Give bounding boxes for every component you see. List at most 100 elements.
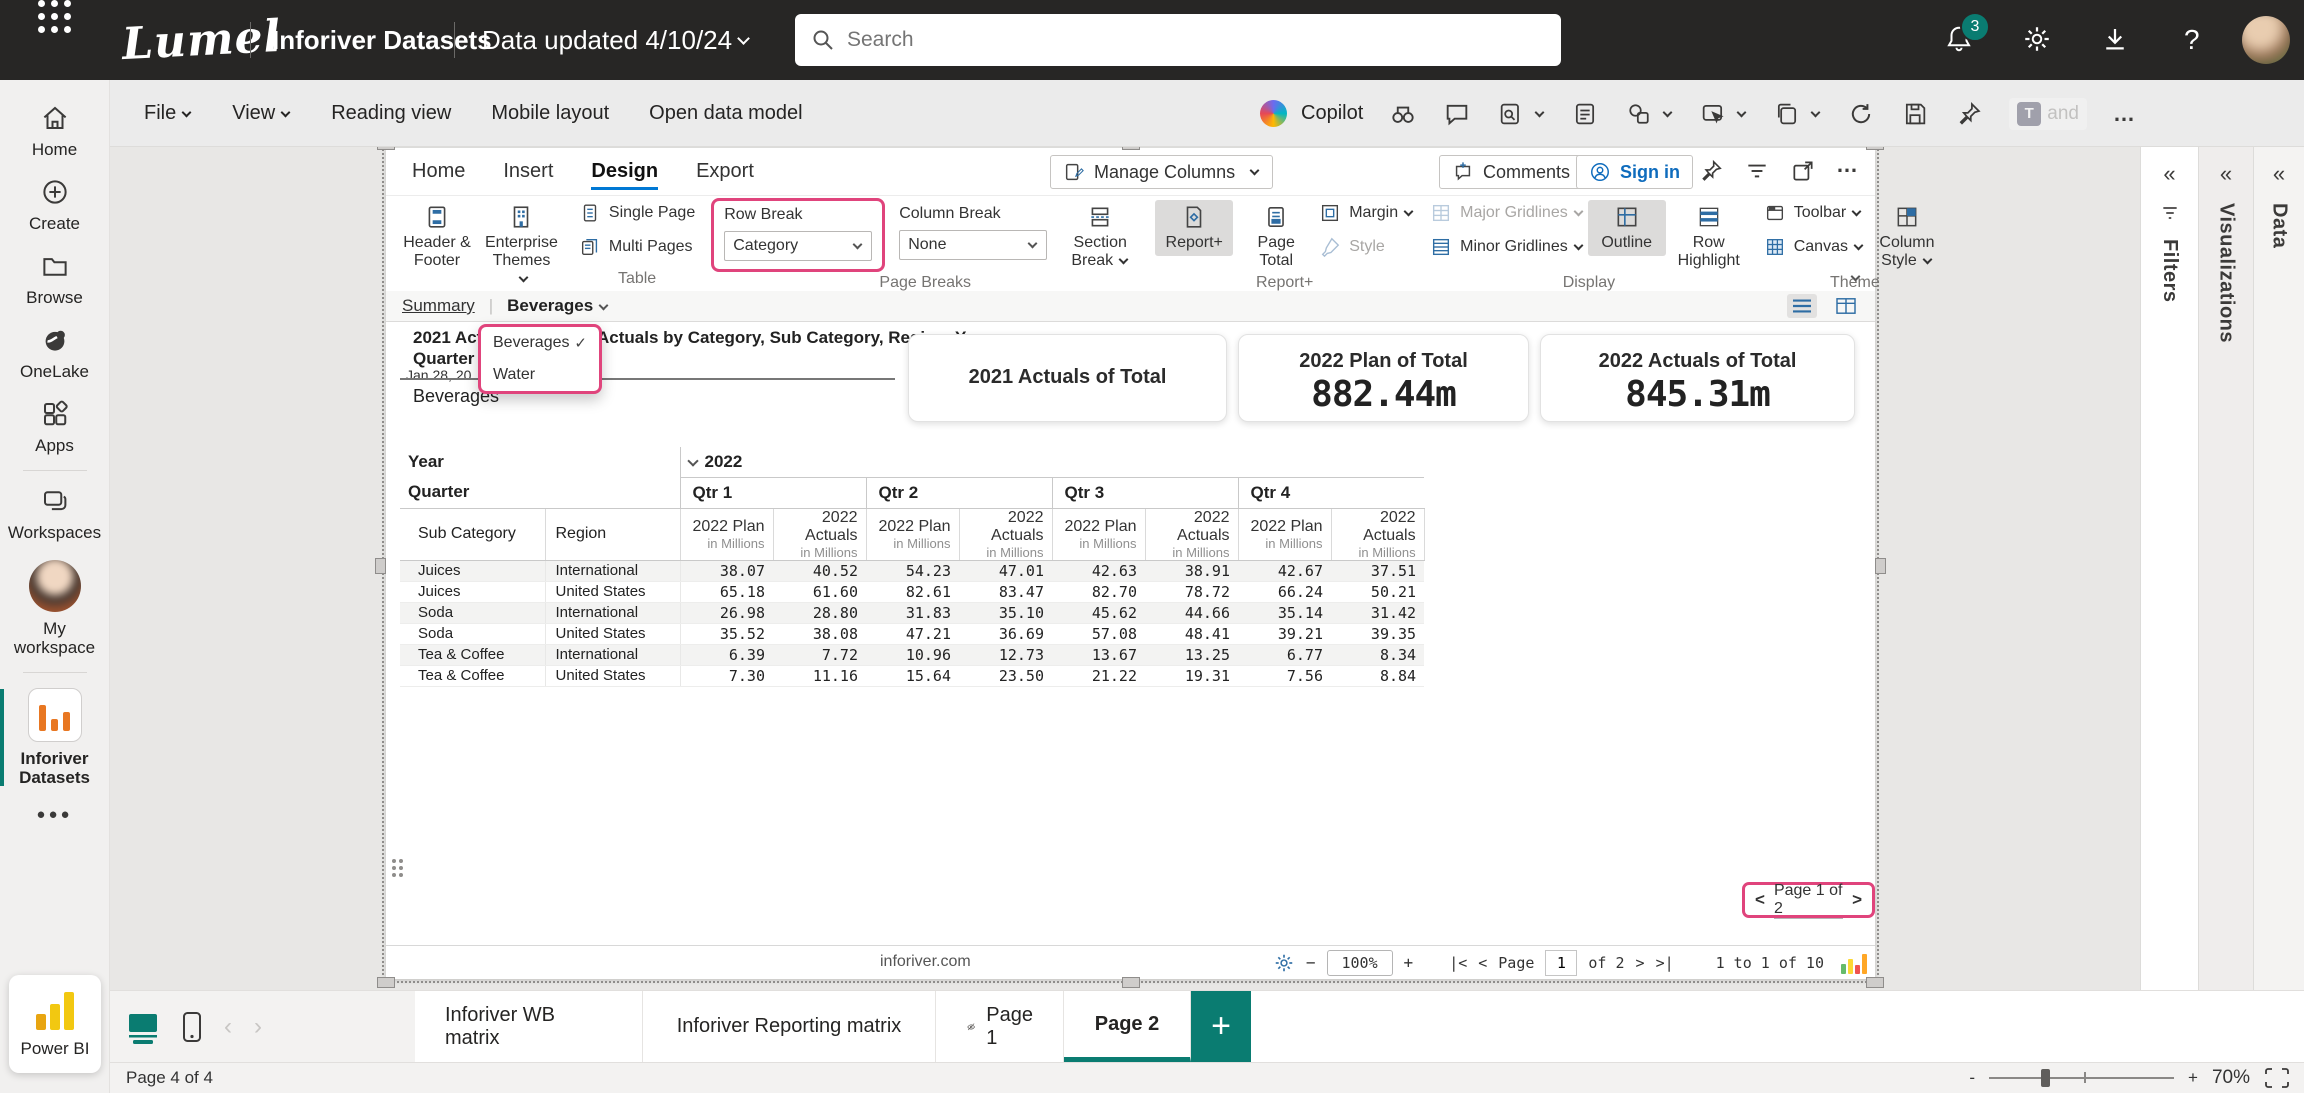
quarter-header-cell[interactable]: Qtr 4 (1238, 477, 1424, 508)
menu-file[interactable]: File (144, 102, 192, 125)
mobile-view-button[interactable] (182, 1011, 202, 1043)
waffle-menu-icon[interactable] (38, 0, 71, 33)
data-pane-title[interactable]: Data (2268, 203, 2291, 248)
sidebar-item-workspaces[interactable]: Workspaces (0, 477, 110, 551)
tab-design[interactable]: Design (591, 160, 658, 190)
search-input[interactable] (847, 28, 1545, 52)
collapse-year-icon[interactable] (687, 455, 698, 466)
select-menu[interactable] (1699, 100, 1747, 128)
multi-pages-button[interactable]: Multi Pages (579, 236, 695, 258)
focus-mode-icon[interactable] (1790, 158, 1816, 184)
pin-icon[interactable] (1955, 100, 1983, 128)
measure-header-cell[interactable]: 2022 Actualsin Millions (959, 508, 1052, 560)
quarter-header-cell[interactable]: Qtr 2 (866, 477, 1052, 508)
toolbar-button[interactable]: Toolbar (1764, 202, 1864, 224)
table-row[interactable]: JuicesInternational38.0740.5254.2347.014… (400, 560, 1424, 581)
page-total-button[interactable]: Page Total (1237, 200, 1315, 274)
power-bi-app-card[interactable]: Power BI (9, 975, 101, 1073)
sidebar-more-button[interactable]: ●●● (36, 796, 72, 833)
pager-prev-icon[interactable]: < (1755, 890, 1765, 910)
data-updated-menu[interactable]: Data updated 4/10/24 (482, 0, 750, 80)
sidebar-item-my-workspace[interactable]: My workspace (0, 551, 110, 666)
page-tab-page-2[interactable]: Page 2 (1064, 991, 1191, 1062)
last-page-icon[interactable]: >| (1656, 954, 1674, 972)
pin-visual-icon[interactable] (1698, 158, 1724, 184)
visual-more-options[interactable]: … (1836, 152, 1858, 178)
pager-next-icon[interactable]: > (1852, 890, 1862, 910)
region-header[interactable]: Region (545, 508, 680, 560)
explore-icon[interactable] (1389, 100, 1417, 128)
column-break-select[interactable]: None (899, 230, 1047, 260)
page-tab-inforiver-wb-matrix[interactable]: Inforiver WB matrix (415, 991, 643, 1062)
fit-to-page-icon[interactable] (2264, 1067, 2290, 1089)
kpi-card-2021-actuals[interactable]: 2021 Actuals of Total (908, 334, 1227, 422)
notes-icon[interactable] (1571, 100, 1599, 128)
table-row[interactable]: SodaUnited States35.5238.0847.2136.6957.… (400, 623, 1424, 644)
visual-page-navigator[interactable]: < Page 1 of 2 > (1742, 882, 1875, 918)
zoom-in-button[interactable]: + (1404, 953, 1414, 972)
notifications-button[interactable]: 3 (1944, 24, 1974, 54)
drag-grip-icon[interactable] (392, 859, 403, 877)
sidebar-item-apps[interactable]: Apps (0, 390, 110, 464)
scroll-tabs-right-icon[interactable]: › (254, 1013, 262, 1041)
measure-header-cell[interactable]: 2022 Planin Millions (680, 508, 773, 560)
year-value-cell[interactable]: 2022 (680, 447, 1424, 477)
shapes-menu[interactable] (1625, 100, 1673, 128)
tab-insert[interactable]: Insert (503, 160, 553, 183)
sidebar-item-browse[interactable]: Browse (0, 242, 110, 316)
expand-data-icon[interactable]: « (2273, 161, 2285, 187)
table-row[interactable]: SodaInternational26.9828.8031.8335.1045.… (400, 602, 1424, 623)
save-icon[interactable] (1901, 100, 1929, 128)
canvas-button[interactable]: Canvas (1764, 236, 1864, 258)
help-button[interactable]: ? (2184, 24, 2200, 56)
sign-in-button[interactable]: Sign in (1576, 155, 1693, 189)
table-row[interactable]: Tea & CoffeeInternational6.397.7210.9612… (400, 644, 1424, 665)
more-options-button[interactable]: … (2113, 101, 2136, 127)
section-break-button[interactable]: Section Break (1061, 200, 1139, 274)
sidebar-item-onelake[interactable]: OneLake (0, 316, 110, 390)
grid-view-toggle[interactable] (1831, 294, 1861, 318)
header-footer-button[interactable]: Header & Footer (398, 200, 476, 274)
settings-button[interactable] (2022, 24, 2052, 54)
dropdown-option-water[interactable]: Water (481, 359, 599, 391)
zoom-slider-handle[interactable] (2041, 1069, 2050, 1087)
page-number-input[interactable] (1545, 950, 1577, 976)
dropdown-option-beverages[interactable]: Beverages ✓ (481, 327, 599, 359)
tab-home[interactable]: Home (412, 160, 465, 183)
sidebar-item-inforiver-datasets[interactable]: Inforiver Datasets (0, 679, 110, 796)
table-row[interactable]: Tea & CoffeeUnited States7.3011.1615.642… (400, 665, 1424, 686)
lumel-logo[interactable]: Lumel (120, 0, 283, 84)
scroll-tabs-left-icon[interactable]: ‹ (224, 1013, 232, 1041)
table-row[interactable]: JuicesUnited States65.1861.6082.6183.478… (400, 581, 1424, 602)
measure-header-cell[interactable]: 2022 Planin Millions (1052, 508, 1145, 560)
measure-header-cell[interactable]: 2022 Actualsin Millions (1331, 508, 1424, 560)
copilot-button[interactable]: Copilot (1260, 100, 1363, 127)
filter-visual-icon[interactable] (1744, 158, 1770, 184)
enterprise-themes-button[interactable]: Enterprise Themes (480, 200, 563, 292)
comment-icon[interactable] (1443, 100, 1471, 128)
single-page-button[interactable]: Single Page (579, 202, 695, 224)
resize-handle-e[interactable] (1875, 558, 1886, 574)
tab-export[interactable]: Export (696, 160, 754, 183)
category-tab[interactable]: Beverages (507, 296, 609, 316)
kpi-card-2022-actuals[interactable]: 2022 Actuals of Total 845.31m (1540, 334, 1855, 422)
minor-gridlines-button[interactable]: Minor Gridlines (1430, 236, 1584, 258)
column-style-button[interactable]: Column Style (1868, 200, 1946, 274)
quarter-header-cell[interactable]: Qtr 3 (1052, 477, 1238, 508)
reading-pane-menu[interactable] (1497, 100, 1545, 128)
measure-header-cell[interactable]: 2022 Actualsin Millions (1145, 508, 1238, 560)
row-break-select[interactable]: Category (724, 231, 872, 261)
menu-open-data-model[interactable]: Open data model (649, 102, 802, 125)
report-plus-button[interactable]: Report+ (1155, 200, 1233, 256)
menu-mobile-layout[interactable]: Mobile layout (491, 102, 609, 125)
menu-reading-view[interactable]: Reading view (331, 102, 451, 125)
zoom-out-button[interactable]: − (1306, 953, 1316, 972)
data-pane[interactable]: « Data (2253, 147, 2304, 990)
user-avatar[interactable] (2242, 16, 2290, 64)
canvas-zoom-out-icon[interactable]: - (1969, 1068, 1975, 1088)
sidebar-item-home[interactable]: Home (0, 94, 110, 168)
teams-share-button[interactable]: Tand (2009, 98, 2087, 130)
measure-header-cell[interactable]: 2022 Actualsin Millions (773, 508, 866, 560)
page-tab-inforiver-reporting-matrix[interactable]: Inforiver Reporting matrix (643, 991, 936, 1062)
inforiver-matrix-visual[interactable]: Home Insert Design Export Manage Columns… (386, 148, 1875, 979)
